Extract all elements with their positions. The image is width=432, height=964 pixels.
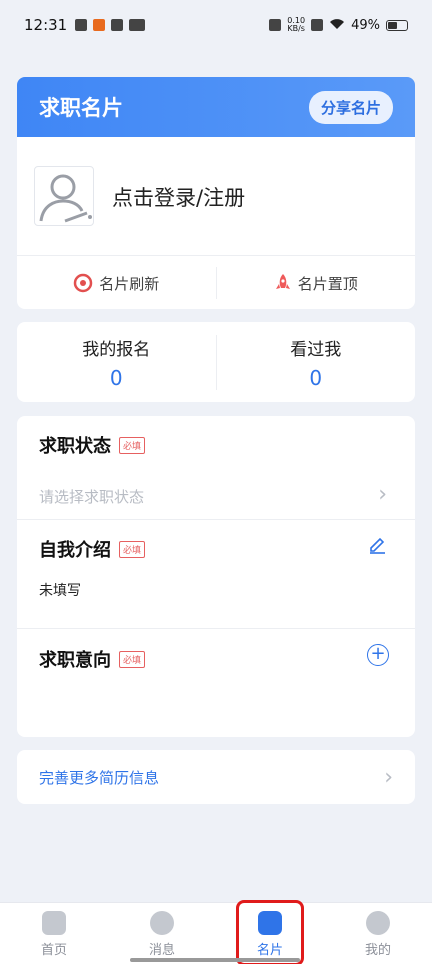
self-intro-label: 自我介绍 — [39, 540, 111, 561]
card-header: 求职名片 分享名片 — [17, 77, 415, 137]
tab-profile[interactable]: 我的 — [324, 903, 432, 964]
tab-label: 消息 — [148, 943, 175, 958]
chevron-right-icon[interactable]: › — [378, 482, 387, 507]
divider — [17, 255, 415, 256]
job-status-label: 求职状态 — [39, 436, 111, 457]
sim-icon — [311, 19, 324, 31]
stat-viewed-me[interactable]: 看过我 0 — [215, 334, 416, 390]
status-right: 0.10 KB/s 49% — [269, 17, 408, 33]
refresh-icon — [73, 273, 93, 293]
divider — [17, 628, 415, 629]
stat-label: 我的报名 — [82, 339, 151, 360]
battery-icon — [386, 19, 408, 31]
stat-label: 看过我 — [290, 339, 342, 360]
login-register-link[interactable]: 点击登录/注册 — [112, 182, 245, 212]
page-title: 求职名片 — [39, 96, 123, 120]
required-badge: 必填 — [119, 436, 146, 454]
bottom-tab-bar: 首页 消息 名片 我的 — [0, 902, 432, 964]
notification-icons — [75, 19, 146, 31]
resume-form-card: 求职状态 必填 请选择求职状态 › 自我介绍 必填 未填写 求职意向 必填 + — [17, 416, 415, 737]
profile-icon — [366, 911, 390, 935]
tab-label: 我的 — [364, 943, 391, 958]
refresh-card-label: 名片刷新 — [99, 274, 160, 293]
tab-home[interactable]: 首页 — [0, 903, 108, 964]
rocket-icon — [275, 274, 290, 289]
battery-percent: 49% — [351, 17, 380, 33]
status-time: 12:31 — [24, 16, 68, 34]
profile-card: 点击登录/注册 名片刷新 名片置顶 — [17, 137, 415, 309]
edit-icon[interactable] — [367, 534, 387, 554]
divider — [17, 519, 415, 520]
gesture-bar — [130, 958, 300, 962]
stat-value: 0 — [109, 365, 123, 390]
share-card-button[interactable]: 分享名片 — [308, 90, 393, 124]
card-actions: 名片刷新 名片置顶 — [17, 257, 415, 309]
notification-icon — [75, 19, 88, 31]
chevron-right-icon: › — [384, 764, 393, 790]
stats-card: 我的报名 0 看过我 0 — [17, 322, 415, 402]
app-notification-icon — [93, 19, 106, 31]
avatar[interactable] — [34, 166, 94, 226]
job-status-title: 求职状态 必填 — [39, 432, 146, 458]
stat-value: 0 — [309, 365, 323, 390]
net-speed-unit: KB/s — [287, 24, 305, 33]
refresh-card-button[interactable]: 名片刷新 — [17, 257, 216, 309]
complete-resume-label: 完善更多简历信息 — [39, 768, 160, 787]
complete-resume-link[interactable]: 完善更多简历信息 › — [17, 750, 415, 804]
mail-notification-icon — [111, 19, 124, 31]
add-intent-icon[interactable]: + — [367, 644, 389, 666]
message-icon — [150, 911, 174, 935]
active-tab-highlight — [236, 900, 304, 964]
status-bar: 12:31 0.10 KB/s 49% — [0, 0, 432, 50]
avatar-placeholder-icon — [39, 174, 92, 223]
required-badge: 必填 — [119, 540, 146, 558]
stat-my-applications[interactable]: 我的报名 0 — [17, 335, 216, 390]
tab-label: 首页 — [40, 943, 67, 958]
required-badge: 必填 — [119, 650, 146, 668]
net-speed: 0.10 KB/s — [287, 17, 305, 33]
job-intent-title: 求职意向 必填 — [39, 646, 146, 672]
self-intro-title: 自我介绍 必填 — [39, 536, 146, 562]
self-intro-value: 未填写 — [39, 583, 81, 599]
pin-card-button[interactable]: 名片置顶 — [215, 267, 416, 299]
wifi-icon — [329, 18, 345, 33]
tab-messages[interactable]: 消息 — [108, 903, 216, 964]
pin-card-label: 名片置顶 — [297, 274, 358, 293]
job-intent-label: 求职意向 — [39, 650, 111, 671]
app-badge-icon — [129, 19, 146, 31]
vibrate-icon — [269, 19, 282, 31]
home-icon — [42, 911, 66, 935]
job-status-select[interactable]: 请选择求职状态 — [39, 486, 144, 507]
